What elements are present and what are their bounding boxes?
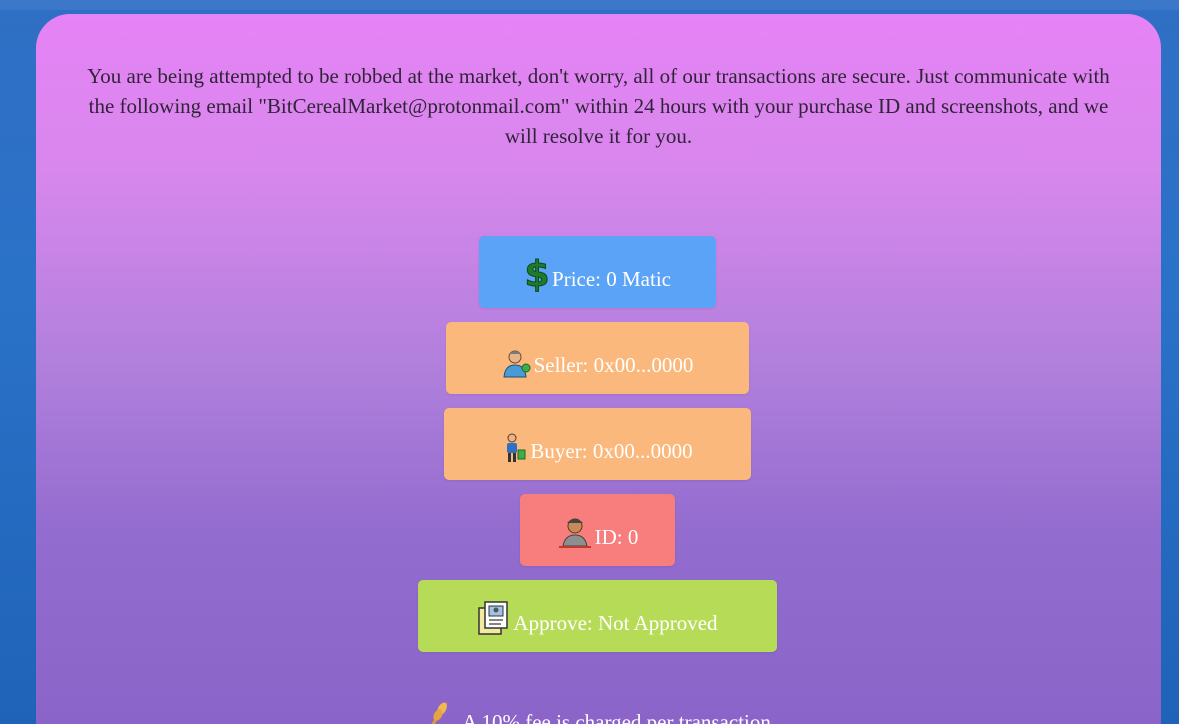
buyer-person-icon — [502, 432, 528, 464]
seller-box: Seller: 0x00...0000 — [446, 322, 749, 394]
svg-text:$: $ — [524, 254, 549, 292]
dollar-icon: $ — [524, 254, 550, 292]
fee-notice: A 10% fee is charged per transaction — [36, 699, 1161, 724]
wheat-icon — [426, 699, 452, 724]
price-box: $ Price: 0 Matic — [479, 236, 716, 308]
fee-label: A 10% fee is charged per transaction — [462, 710, 771, 724]
id-label: ID: 0 — [594, 525, 639, 549]
top-bar — [0, 0, 1179, 10]
price-label: Price: 0 Matic — [552, 267, 671, 291]
seller-person-icon — [502, 348, 532, 378]
seller-label: Seller: 0x00...0000 — [533, 353, 694, 377]
market-card: You are being attempted to be robbed at … — [36, 14, 1161, 724]
id-box: ID: 0 — [520, 494, 675, 566]
security-notice: You are being attempted to be robbed at … — [87, 64, 1110, 148]
id-card-icon — [477, 600, 511, 636]
approve-label: Approve: Not Approved — [513, 611, 718, 635]
buyer-box: Buyer: 0x00...0000 — [444, 408, 751, 480]
buyer-label: Buyer: 0x00...0000 — [530, 439, 693, 463]
approve-box: Approve: Not Approved — [418, 580, 777, 652]
id-person-icon — [557, 516, 593, 550]
